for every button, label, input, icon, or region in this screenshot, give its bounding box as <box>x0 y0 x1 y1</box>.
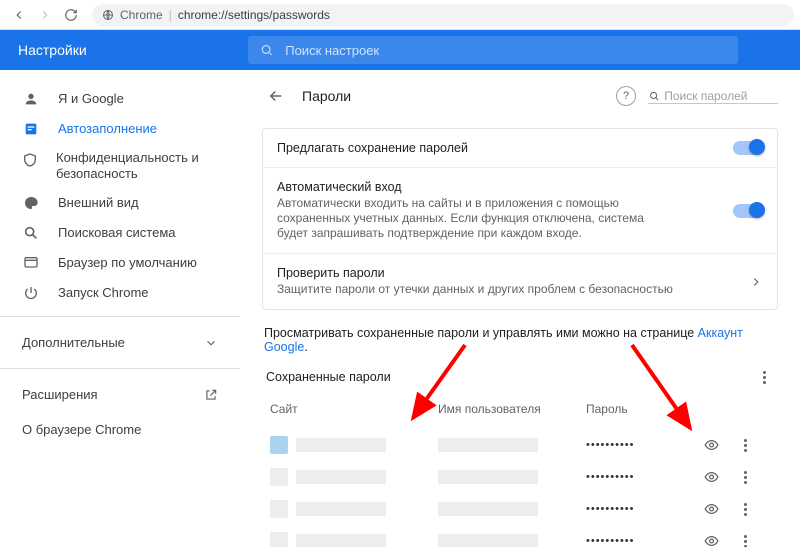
search-icon <box>648 89 660 103</box>
password-row-more-button[interactable] <box>737 503 754 516</box>
eye-icon[interactable] <box>704 436 719 454</box>
search-icon <box>260 43 273 57</box>
settings-search[interactable] <box>248 36 738 64</box>
password-mask: •••••••••• <box>586 503 696 515</box>
page-title: Пароли <box>302 88 616 104</box>
username <box>438 534 538 547</box>
check-passwords-row[interactable]: Проверить пароли Защитите пароли от утеч… <box>263 253 777 309</box>
page-back-button[interactable] <box>262 82 290 110</box>
password-search[interactable] <box>648 89 778 104</box>
site-name <box>296 534 386 547</box>
username <box>438 438 538 452</box>
password-row-more-button[interactable] <box>737 535 754 547</box>
chevron-down-icon <box>204 336 218 350</box>
person-icon <box>22 90 40 108</box>
browser-reload-button[interactable] <box>60 4 82 26</box>
chevron-right-icon <box>749 275 763 289</box>
password-row: •••••••••• <box>262 458 778 490</box>
sidebar-item-privacy[interactable]: Конфиденциальность и безопасность <box>0 144 226 188</box>
shield-icon <box>22 151 38 169</box>
offer-save-toggle[interactable] <box>733 141 763 155</box>
eye-icon[interactable] <box>704 500 719 518</box>
omnibox-path: chrome://settings/passwords <box>178 8 330 22</box>
help-button[interactable]: ? <box>616 86 636 106</box>
browser-icon <box>22 254 40 272</box>
password-row: •••••••••• <box>262 522 778 547</box>
col-user: Имя пользователя <box>438 402 578 416</box>
sidebar-extensions[interactable]: Расширения <box>0 377 240 412</box>
eye-icon[interactable] <box>704 468 719 486</box>
saved-passwords-more-button[interactable] <box>754 371 774 384</box>
col-site: Сайт <box>270 402 430 416</box>
password-mask: •••••••••• <box>586 535 696 547</box>
open-in-new-icon <box>204 388 218 402</box>
password-row: •••••••••• <box>262 490 778 522</box>
omnibox-chip: Chrome <box>120 8 163 22</box>
sidebar-item-autofill[interactable]: Автозаполнение <box>0 114 226 144</box>
app-title: Настройки <box>18 42 248 58</box>
sidebar-item-you-and-google[interactable]: Я и Google <box>0 84 226 114</box>
password-search-input[interactable] <box>664 89 778 103</box>
search-icon <box>22 224 40 242</box>
site-name <box>296 438 386 452</box>
site-favicon <box>270 468 288 486</box>
globe-icon <box>102 9 114 21</box>
power-icon <box>22 284 40 302</box>
password-row-more-button[interactable] <box>737 439 754 452</box>
password-mask: •••••••••• <box>586 439 696 451</box>
offer-save-row: Предлагать сохранение паролей <box>263 129 777 167</box>
sidebar-advanced[interactable]: Дополнительные <box>0 325 240 360</box>
sidebar-about[interactable]: О браузере Chrome <box>0 412 240 447</box>
sidebar-item-default-browser[interactable]: Браузер по умолчанию <box>0 248 226 278</box>
saved-passwords-columns: Сайт Имя пользователя Пароль <box>262 392 778 426</box>
eye-icon[interactable] <box>704 532 719 547</box>
sidebar-item-appearance[interactable]: Внешний вид <box>0 188 226 218</box>
sidebar-item-search-engine[interactable]: Поисковая система <box>0 218 226 248</box>
browser-back-button[interactable] <box>8 4 30 26</box>
google-account-info: Просматривать сохраненные пароли и управ… <box>264 326 776 354</box>
auto-signin-row: Автоматический вход Автоматически входит… <box>263 167 777 253</box>
omnibox[interactable]: Chrome | chrome://settings/passwords <box>92 4 794 26</box>
site-name <box>296 502 386 516</box>
password-row-more-button[interactable] <box>737 471 754 484</box>
saved-passwords-heading: Сохраненные пароли <box>266 370 391 384</box>
username <box>438 502 538 516</box>
autofill-icon <box>22 120 40 138</box>
password-row: •••••••••• <box>262 426 778 458</box>
site-favicon <box>270 436 288 454</box>
settings-search-input[interactable] <box>285 43 726 58</box>
sidebar-item-on-startup[interactable]: Запуск Chrome <box>0 278 226 308</box>
username <box>438 470 538 484</box>
browser-forward-button[interactable] <box>34 4 56 26</box>
password-mask: •••••••••• <box>586 471 696 483</box>
site-name <box>296 470 386 484</box>
palette-icon <box>22 194 40 212</box>
site-favicon <box>270 532 288 547</box>
site-favicon <box>270 500 288 518</box>
auto-signin-toggle[interactable] <box>733 204 763 218</box>
col-pass: Пароль <box>586 402 696 416</box>
